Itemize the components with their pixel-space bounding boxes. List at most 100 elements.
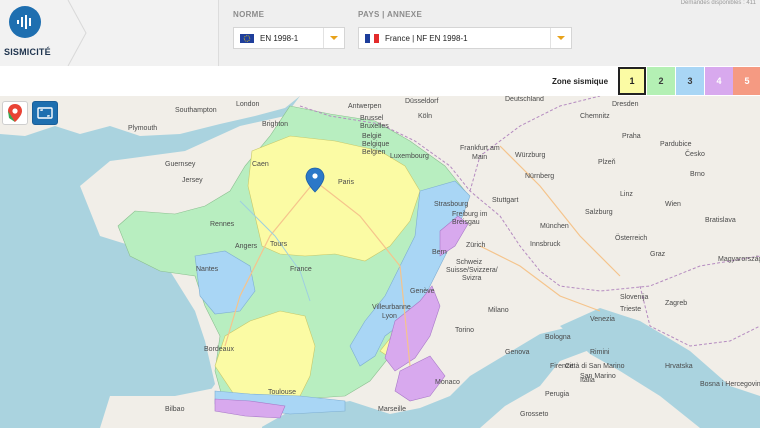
map-place-label: Hrvatska — [665, 363, 693, 370]
zone-2-label: 2 — [658, 76, 664, 86]
map-place-label: Belgien — [362, 149, 385, 156]
map-place-label: Grosseto — [520, 411, 549, 418]
map-place-label: Torino — [455, 327, 474, 334]
seismic-map[interactable]: Southampton Plymouth London Brighton Ant… — [0, 96, 760, 428]
map-place-label: Paris — [338, 179, 354, 186]
zone-legend-bar — [0, 66, 760, 96]
map-place-label: Villeurbanne — [372, 304, 411, 311]
map-place-label: Main — [472, 154, 487, 161]
chevron-down-icon — [323, 28, 344, 48]
map-place-label: Bologna — [545, 334, 571, 341]
map-place-label: Plzeň — [598, 159, 616, 166]
map-place-label: Nantes — [196, 266, 219, 273]
requests-counter: Demandes disponibles : 411 — [680, 0, 756, 6]
filters-panel: NORME EN 1998-1 PAYS | ANNEXE France | N… — [218, 0, 760, 66]
pays-label: PAYS | ANNEXE — [358, 10, 423, 19]
map-place-label: Rimini — [590, 349, 610, 356]
map-place-label: Dresden — [612, 101, 639, 108]
map-place-label: Genève — [410, 288, 435, 295]
map-place-label: Plymouth — [128, 125, 157, 132]
map-place-label: Strasbourg — [434, 201, 468, 208]
map-place-label: Pardubice — [660, 141, 692, 148]
map-place-label: San Marino — [580, 373, 616, 380]
map-place-label: Chemnitz — [580, 113, 610, 120]
zone-4-label: 4 — [716, 76, 722, 86]
map-place-label: Toulouse — [268, 389, 296, 396]
map-place-label: Città di San Marino — [565, 363, 625, 370]
map-place-label: Genova — [505, 349, 530, 356]
norme-select[interactable]: EN 1998-1 — [233, 27, 345, 49]
brand[interactable]: SISMICITÉ — [0, 0, 66, 66]
map-place-label: Bruxelles — [360, 123, 389, 130]
zone-2-button[interactable]: 2 — [647, 67, 675, 95]
brand-label: SISMICITÉ — [4, 47, 51, 57]
map-place-label: Jersey — [182, 177, 203, 184]
map-place-label: Perugia — [545, 391, 569, 398]
map-place-label: Österreich — [615, 234, 647, 242]
map-place-label: Suisse/Svizzera/ — [446, 267, 498, 274]
chevron-down-icon — [550, 28, 571, 48]
map-place-label: Venezia — [590, 316, 615, 323]
map-place-label: Wien — [665, 201, 681, 208]
map-place-label: Monaco — [435, 379, 460, 386]
top-bar: SISMICITÉ NORME EN 1998-1 PAYS | ANNEXE … — [0, 0, 760, 66]
map-place-label: Breisgau — [452, 219, 480, 226]
map-place-label: Lyon — [382, 313, 397, 320]
map-place-label: London — [236, 101, 259, 108]
map-place-label: Rennes — [210, 221, 235, 228]
map-place-label: Zürich — [466, 242, 486, 249]
zone-5-button[interactable]: 5 — [733, 67, 760, 95]
map-place-label: Bosna i Hercegovina — [700, 381, 760, 388]
map-place-label: Schweiz — [456, 259, 483, 266]
map-place-label: Brno — [690, 171, 705, 178]
map-place-label: Svizra — [462, 275, 482, 282]
map-place-label: Zagreb — [665, 300, 687, 307]
map-place-label: Bilbao — [165, 406, 185, 413]
eu-flag-icon — [240, 33, 254, 43]
map-place-label: Freiburg im — [452, 211, 488, 218]
zone-4-button[interactable]: 4 — [705, 67, 733, 95]
map-place-label: Bordeaux — [204, 346, 234, 353]
map-place-label: Nürnberg — [525, 173, 554, 180]
google-maps-icon[interactable] — [2, 101, 28, 125]
map-place-label: Belgique — [362, 141, 389, 148]
map-place-label: Trieste — [620, 306, 641, 313]
map-place-label: Graz — [650, 251, 666, 258]
map-place-label: Southampton — [175, 107, 217, 114]
map-place-label: Düsseldorf — [405, 98, 439, 105]
zone-1-button[interactable]: 1 — [618, 67, 646, 95]
map-place-label: Luxembourg — [390, 153, 429, 160]
map-place-label: Marseille — [378, 406, 406, 413]
map-place-label: France — [290, 266, 312, 273]
norme-label: NORME — [233, 10, 265, 19]
map-place-label: Magyarország — [718, 256, 760, 263]
map-place-label: Bratislava — [705, 217, 736, 224]
map-place-label: Würzburg — [515, 152, 545, 159]
map-place-label: Slovenija — [620, 294, 649, 301]
map-place-label: Praha — [622, 133, 641, 140]
zone-legend-label: Zone sismique — [552, 77, 609, 86]
map-place-label: Köln — [418, 113, 432, 120]
map-place-label: Deutschland — [505, 96, 544, 103]
norme-value: EN 1998-1 — [260, 33, 299, 43]
map-place-label: België — [362, 133, 382, 140]
breadcrumb-chevron-icon — [67, 0, 87, 66]
map-place-label: Frankfurt am — [460, 145, 500, 152]
map-place-label: Salzburg — [585, 209, 613, 216]
map-place-label: Brighton — [262, 121, 288, 128]
map-place-label: München — [540, 223, 569, 230]
zone-3-button[interactable]: 3 — [676, 67, 704, 95]
map-place-label: Antwerpen — [348, 103, 382, 110]
map-place-label: Česko — [685, 149, 705, 158]
map-place-label: Tours — [270, 241, 288, 248]
zone-1-label: 1 — [629, 76, 635, 86]
map-place-label: Bern — [432, 249, 447, 256]
map-place-label: Caen — [252, 161, 269, 168]
france-flag-icon — [365, 33, 379, 43]
map-place-label: Linz — [620, 191, 633, 198]
pays-select[interactable]: France | NF EN 1998-1 — [358, 27, 572, 49]
map-place-label: Brussel — [360, 115, 384, 122]
zone-3-label: 3 — [687, 76, 693, 86]
map-place-label: Milano — [488, 307, 509, 314]
fullscreen-icon[interactable] — [32, 101, 58, 125]
